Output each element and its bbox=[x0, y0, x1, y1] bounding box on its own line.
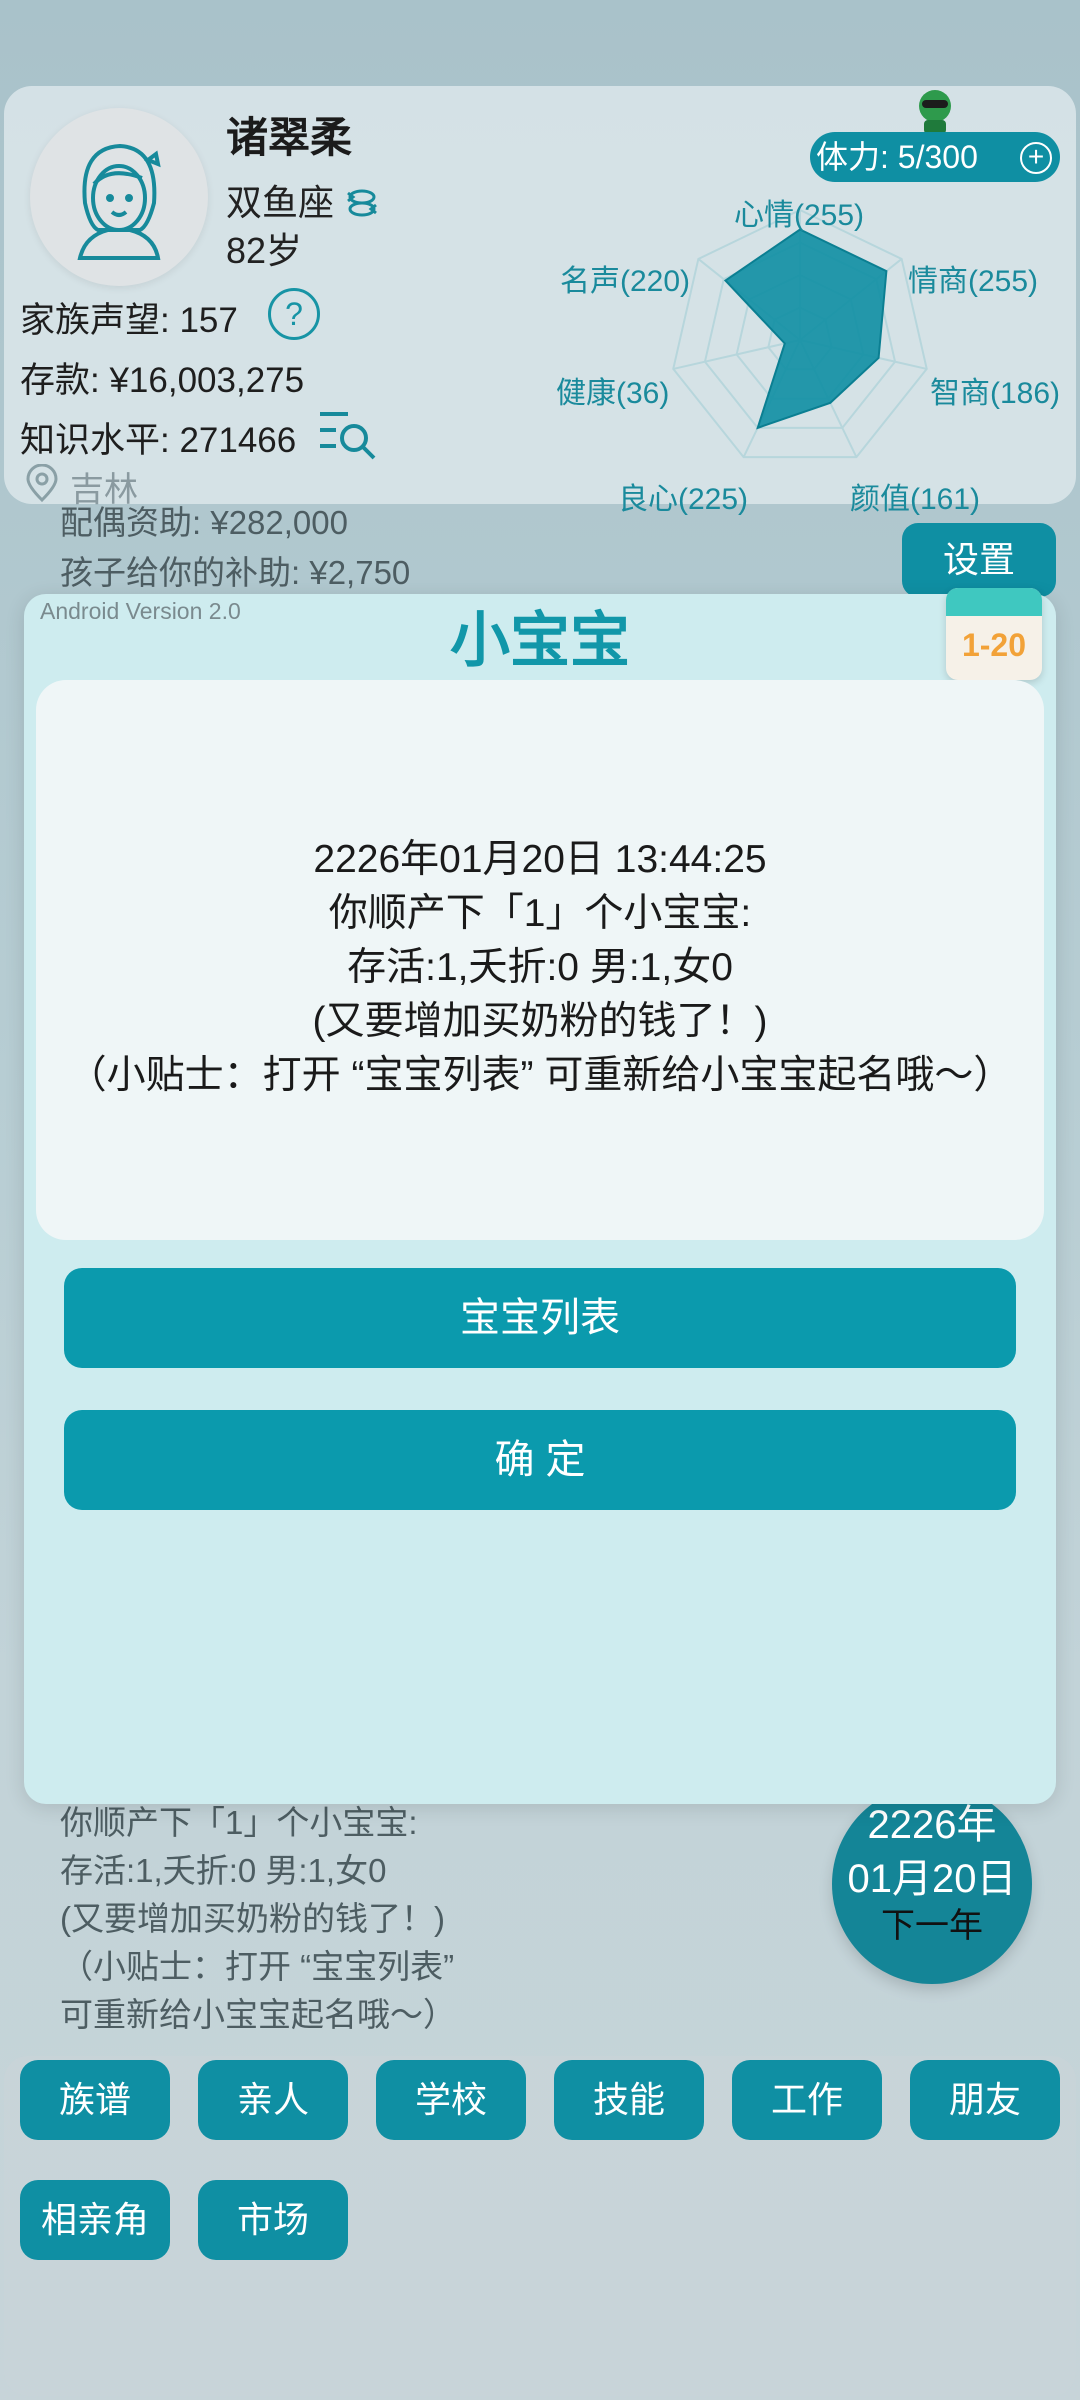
spouse-support-text: 配偶资助: ¥282,000 bbox=[60, 504, 348, 541]
radar-label-iq: 智商(186) bbox=[930, 377, 1061, 410]
message-line: 存活:1,夭折:0 男:1,女0 bbox=[347, 946, 733, 989]
stamina-label: 体力: 5/300 bbox=[816, 139, 978, 175]
message-line: (又要增加买奶粉的钱了！) bbox=[312, 1000, 768, 1043]
child-allowance-text: 孩子给你的补助: ¥2,750 bbox=[60, 554, 411, 591]
nav-matchmaking[interactable]: 相亲角 bbox=[20, 2180, 170, 2260]
female-avatar-icon bbox=[77, 143, 161, 260]
message-line: 2226年01月20日 13:44:25 bbox=[313, 838, 767, 881]
settings-button[interactable]: 设置 bbox=[902, 523, 1056, 597]
dialog-title: 小宝宝 bbox=[450, 607, 630, 674]
message-line: 你顺产下「1」个小宝宝: bbox=[328, 892, 752, 935]
avatar[interactable] bbox=[30, 108, 208, 286]
radar-label-looks: 颜值(161) bbox=[850, 483, 981, 516]
location-pin-icon bbox=[26, 464, 58, 503]
knowledge-stat: 知识水平: 271466 bbox=[20, 421, 297, 460]
reputation-stat: 家族声望: 157 bbox=[20, 301, 238, 340]
character-name: 诸翠柔 bbox=[226, 114, 353, 161]
radar-value-area bbox=[723, 228, 888, 430]
search-knowledge-icon[interactable] bbox=[318, 408, 378, 460]
nav-school[interactable]: 学校 bbox=[376, 2060, 526, 2140]
age-label: 82岁 bbox=[226, 230, 303, 271]
pisces-icon bbox=[347, 189, 377, 217]
calendar-icon: 1-20 bbox=[946, 588, 1042, 680]
stamina-bar[interactable]: 体力: 5/300 + bbox=[810, 132, 1060, 182]
nav-skills[interactable]: 技能 bbox=[554, 2060, 704, 2140]
mascot-icon bbox=[919, 90, 951, 134]
help-icon[interactable]: ? bbox=[268, 288, 320, 340]
next-year-button[interactable]: 2226年 01月20日 下一年 bbox=[832, 1784, 1032, 1984]
add-stamina-icon[interactable]: + bbox=[1020, 142, 1052, 174]
log-line: 存活:1,夭折:0 男:1,女0 bbox=[60, 1852, 387, 1889]
log-line: 可重新给小宝宝起名哦～） bbox=[60, 1996, 456, 2033]
nav-work[interactable]: 工作 bbox=[732, 2060, 882, 2140]
message-line: （小贴士：打开 “宝宝列表” 可重新给小宝宝起名哦～） bbox=[67, 1054, 1013, 1097]
baby-list-button[interactable]: 宝宝列表 bbox=[64, 1268, 1016, 1368]
nav-relatives[interactable]: 亲人 bbox=[198, 2060, 348, 2140]
nav-friends[interactable]: 朋友 bbox=[910, 2060, 1060, 2140]
date-day: 01月20日 bbox=[847, 1857, 1017, 1901]
calendar-date: 1-20 bbox=[961, 627, 1027, 663]
nav-family-tree[interactable]: 族谱 bbox=[20, 2060, 170, 2140]
radar-label-eq: 情商(255) bbox=[908, 265, 1039, 298]
radar-label-conscience: 良心(225) bbox=[618, 483, 749, 516]
next-year-label: 下一年 bbox=[881, 1907, 983, 1945]
date-year: 2226年 bbox=[867, 1803, 997, 1847]
radar-label-mood: 心情(255) bbox=[734, 199, 865, 232]
log-line: （小贴士：打开 “宝宝列表” bbox=[60, 1948, 455, 1985]
zodiac-label: 双鱼座 bbox=[226, 174, 380, 226]
nav-market[interactable]: 市场 bbox=[198, 2180, 348, 2260]
confirm-button[interactable]: 确 定 bbox=[64, 1410, 1016, 1510]
log-line: (又要增加买奶粉的钱了！) bbox=[60, 1900, 445, 1937]
radar-label-health: 健康(36) bbox=[556, 377, 670, 410]
zodiac-text: 双鱼座 bbox=[226, 182, 335, 223]
radar-label-fame: 名声(220) bbox=[560, 265, 691, 298]
savings-stat: 存款: ¥16,003,275 bbox=[20, 361, 305, 400]
attribute-radar-chart bbox=[672, 208, 928, 459]
